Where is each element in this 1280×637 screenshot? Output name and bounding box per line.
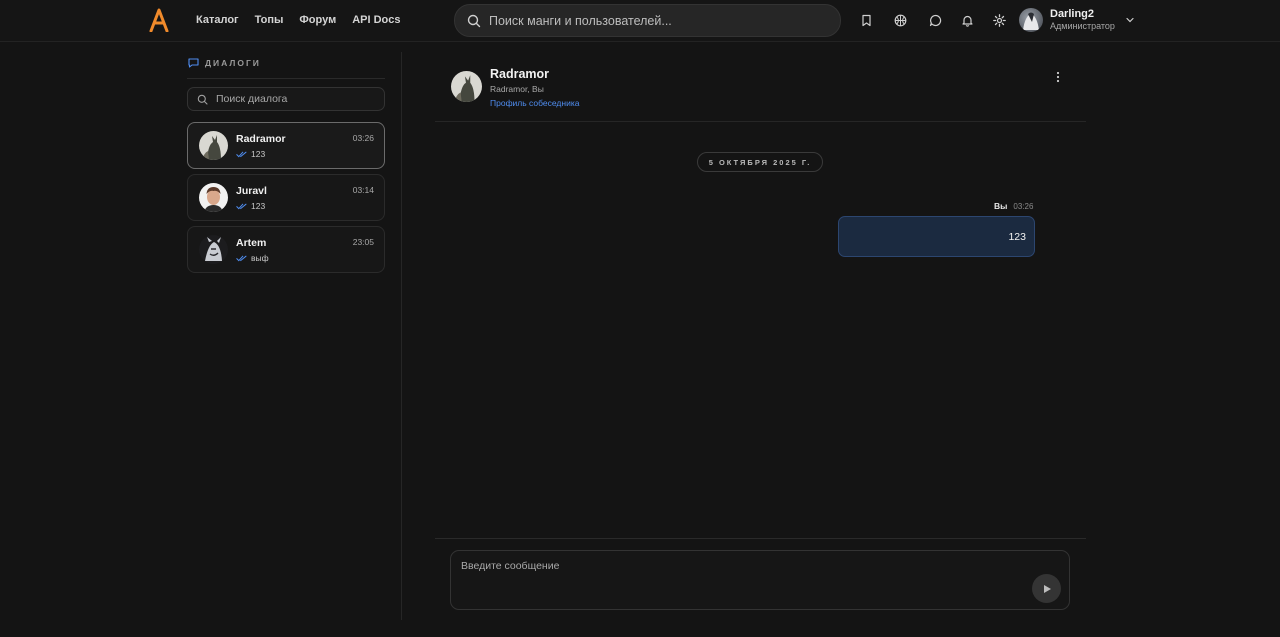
dialog-name: Juravl: [236, 185, 267, 197]
double-check-icon: [236, 151, 247, 157]
logo-a-icon[interactable]: [148, 8, 170, 32]
bookmark-icon[interactable]: [858, 12, 874, 28]
dialog-search: [187, 87, 385, 111]
send-button[interactable]: [1032, 574, 1061, 603]
double-check-icon: [236, 203, 247, 209]
dialog-last-message: 123: [236, 149, 265, 159]
global-search: [454, 4, 841, 37]
double-check-icon: [236, 255, 247, 261]
date-divider: 5 ОКТЯБРЯ 2025 Г.: [697, 152, 823, 172]
divider: [435, 538, 1086, 539]
message-author: Вы: [994, 201, 1008, 211]
dialog-item-artem[interactable]: Artem 23:05 выф: [187, 226, 385, 273]
dialog-last-message: 123: [236, 201, 265, 211]
nav-catalog-link[interactable]: Каталог: [196, 14, 239, 26]
dialog-item-radramor[interactable]: Radramor 03:26 123: [187, 122, 385, 169]
dialogs-heading: ДИАЛОГИ: [188, 58, 261, 68]
chat-title: Radramor: [490, 67, 550, 81]
bell-icon[interactable]: [959, 12, 975, 28]
user-name: Darling2: [1050, 8, 1095, 20]
avatar: [199, 131, 228, 160]
chat-participants: Radramor, Вы: [490, 84, 544, 94]
nav-forum-link[interactable]: Форум: [299, 14, 336, 26]
avatar[interactable]: [451, 71, 482, 102]
message-composer: [450, 550, 1070, 610]
avatar: [1019, 8, 1043, 32]
nav-tops-link[interactable]: Топы: [255, 14, 284, 26]
profile-link[interactable]: Профиль собеседника: [490, 98, 579, 108]
user-menu[interactable]: Darling2 Администратор: [1019, 8, 1135, 32]
dialog-time: 03:26: [352, 133, 374, 143]
search-icon: [467, 14, 481, 27]
chevron-down-icon: [1126, 17, 1134, 23]
nav-api-docs-link[interactable]: API Docs: [352, 14, 400, 26]
dialog-last-message-text: 123: [251, 201, 266, 211]
basketball-icon[interactable]: [892, 12, 908, 28]
dialog-item-juravl[interactable]: Juravl 03:14 123: [187, 174, 385, 221]
divider: [187, 78, 385, 79]
divider: [401, 52, 402, 620]
avatar: [199, 183, 228, 212]
global-search-input[interactable]: [489, 13, 819, 28]
more-options-icon[interactable]: [1050, 69, 1066, 85]
message-meta: Вы 03:26: [994, 201, 1033, 211]
divider: [435, 121, 1086, 122]
dialog-last-message: выф: [236, 253, 269, 263]
top-navbar: Каталог Топы Форум API Docs Darling2 Адм…: [0, 0, 1280, 42]
chat-bubble-icon: [188, 58, 199, 68]
message-input[interactable]: [461, 560, 1021, 600]
user-role: Администратор: [1050, 21, 1115, 31]
main-nav: Каталог Топы Форум API Docs: [196, 14, 401, 26]
message-bubble[interactable]: 123: [838, 216, 1035, 257]
avatar: [199, 235, 228, 264]
gear-icon[interactable]: [991, 12, 1007, 28]
chat-bubble-icon[interactable]: [927, 12, 943, 28]
send-icon: [1043, 584, 1051, 593]
dialog-last-message-text: 123: [251, 149, 266, 159]
search-icon: [197, 94, 208, 105]
dialog-name: Radramor: [236, 133, 286, 145]
dialog-time: 23:05: [352, 237, 374, 247]
dialog-time: 03:14: [352, 185, 374, 195]
dialog-search-input[interactable]: [216, 93, 376, 105]
message-time: 03:26: [1013, 202, 1034, 211]
dialogs-heading-label: ДИАЛОГИ: [205, 58, 261, 68]
dialog-last-message-text: выф: [251, 253, 269, 263]
dialog-name: Artem: [236, 237, 267, 249]
